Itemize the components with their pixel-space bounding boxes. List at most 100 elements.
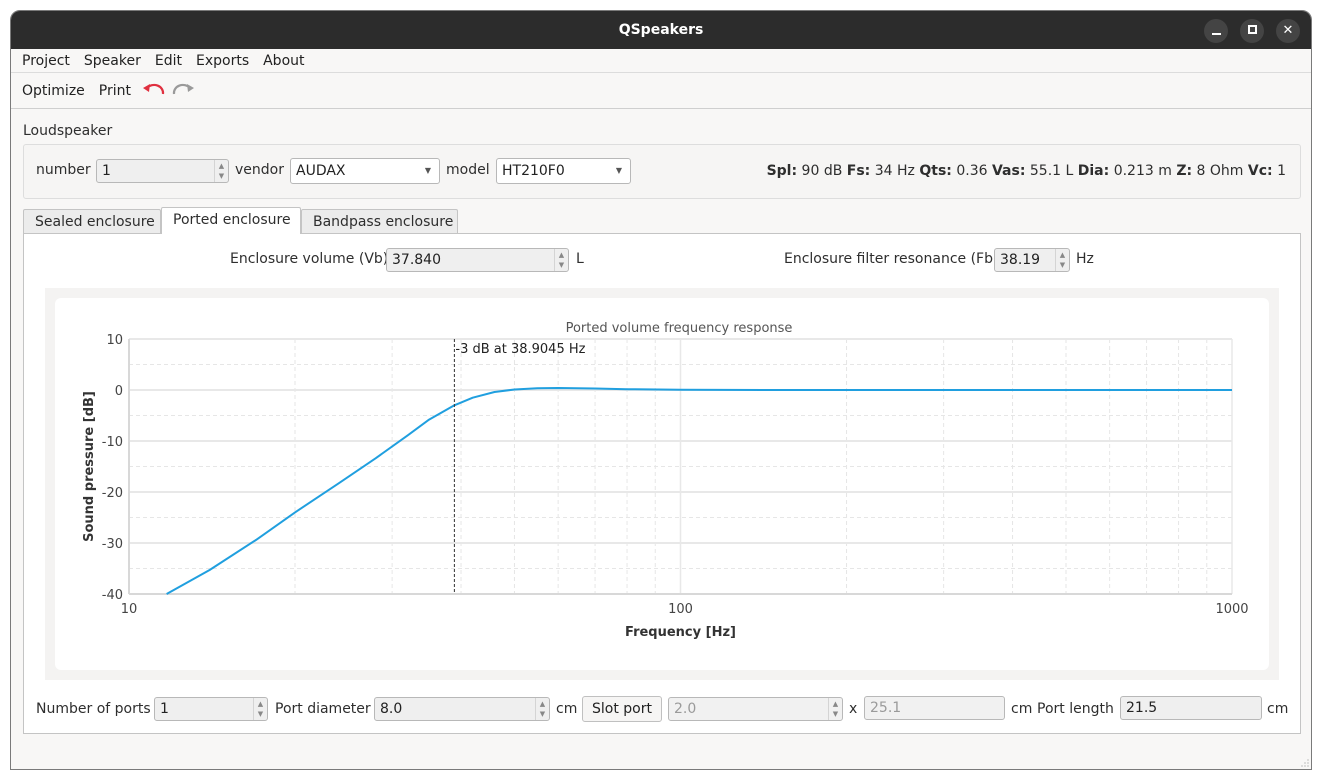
x-tick-label: 10 [121, 602, 138, 617]
model-value: HT210F0 [502, 163, 565, 179]
title-bar[interactable]: QSpeakers ✕ [11, 11, 1311, 49]
param-key: Z: [1176, 163, 1193, 179]
ports-spinbox[interactable]: 1 ▲ ▼ [154, 697, 268, 721]
menu-about[interactable]: About [256, 53, 311, 69]
param-key: Spl: [766, 163, 798, 179]
vb-label: Enclosure volume (Vb) [230, 251, 389, 267]
tab-ported-enclosure[interactable]: Ported enclosure [161, 207, 301, 234]
spin-arrows-icon[interactable]: ▲ ▼ [253, 698, 267, 720]
menu-project[interactable]: Project [15, 53, 77, 69]
number-label: number [36, 162, 91, 178]
param-value: 8 [1196, 163, 1206, 179]
y-tick-label: 10 [106, 333, 123, 348]
fb-value: 38.19 [1000, 252, 1041, 268]
loudspeaker-group: number 1 ▲ ▼ vendor AUDAX ▼ model HT210F0… [23, 144, 1301, 199]
param-value: 0.36 [956, 163, 988, 179]
param-unit: L [1065, 163, 1074, 179]
diameter-spinbox[interactable]: 8.0 ▲ ▼ [374, 697, 550, 721]
slot-height-value: 25.1 [870, 700, 902, 716]
chart-area: Ported volume frequency response 10 0 -10 -… [55, 298, 1269, 670]
y-tick-label: -20 [102, 486, 123, 501]
ports-value: 1 [160, 701, 169, 717]
chevron-down-icon: ▼ [615, 166, 622, 175]
length-label: Port length [1037, 701, 1114, 717]
app-window: QSpeakers ✕ Project Speaker Edit Exports… [10, 10, 1312, 770]
x-tick-label: 1000 [1215, 602, 1248, 617]
menu-speaker[interactable]: Speaker [77, 53, 148, 69]
vendor-value: AUDAX [296, 163, 346, 179]
y-tick-label: -40 [102, 588, 123, 603]
port-length-field[interactable]: 21.5 [1120, 696, 1262, 720]
diameter-label: Port diameter [275, 701, 371, 717]
chart-ticks: 100-10-20-30-4010 100 1000 [102, 333, 1249, 617]
minimize-button[interactable] [1204, 19, 1228, 43]
diameter-unit: cm [556, 701, 578, 717]
y-tick-label: -30 [102, 537, 123, 552]
spin-arrows-icon[interactable]: ▲ ▼ [214, 160, 228, 182]
fb-spinbox[interactable]: 38.19 ▲ ▼ [994, 248, 1070, 272]
spin-arrows-icon[interactable]: ▲ ▼ [535, 698, 549, 720]
redo-button[interactable] [167, 80, 198, 102]
maximize-icon [1247, 24, 1257, 34]
fb-unit: Hz [1076, 251, 1094, 267]
vb-spinbox[interactable]: 37.840 ▲ ▼ [386, 248, 569, 272]
maximize-button[interactable] [1240, 19, 1264, 43]
y-axis-label: Sound pressure [dB] [82, 391, 97, 542]
undo-icon [143, 83, 165, 94]
resize-grip-icon[interactable] [1299, 757, 1309, 767]
diameter-value: 8.0 [380, 701, 403, 717]
param-key: Fs: [846, 163, 871, 179]
slot-width-spinbox[interactable]: 2.0 ▲ ▼ [668, 697, 843, 721]
close-button[interactable]: ✕ [1276, 19, 1300, 43]
slot-width-value: 2.0 [674, 701, 697, 717]
param-value: 0.213 [1113, 163, 1154, 179]
chevron-down-icon: ▼ [424, 166, 431, 175]
param-key: Vas: [991, 163, 1026, 179]
tab-sealed-enclosure[interactable]: Sealed enclosure [23, 209, 161, 234]
redo-icon [172, 83, 194, 94]
number-spinbox[interactable]: 1 ▲ ▼ [96, 159, 229, 183]
slot-port-button[interactable]: Slot port [582, 696, 662, 722]
menu-exports[interactable]: Exports [189, 53, 256, 69]
model-label: model [446, 162, 490, 178]
slot-height-field[interactable]: 25.1 [864, 696, 1005, 720]
slot-times-label: x [849, 701, 858, 717]
chart-container: Ported volume frequency response 10 0 -10 -… [45, 288, 1279, 680]
loudspeaker-group-title: Loudspeaker [23, 123, 113, 139]
print-button[interactable]: Print [92, 83, 138, 99]
param-value: 55.1 [1029, 163, 1062, 179]
number-value: 1 [102, 163, 111, 179]
minus3db-annotation: -3 dB at 38.9045 Hz [455, 342, 585, 357]
param-unit: Hz [897, 163, 915, 179]
vendor-combobox[interactable]: AUDAX ▼ [290, 158, 440, 184]
param-key: Vc: [1247, 163, 1273, 179]
spin-arrows-icon[interactable]: ▲ ▼ [554, 249, 568, 271]
x-axis-label: Frequency [Hz] [625, 625, 736, 640]
slot-unit: cm [1011, 701, 1033, 717]
model-combobox[interactable]: HT210F0 ▼ [496, 158, 631, 184]
length-unit: cm [1267, 701, 1289, 717]
menu-bar: Project Speaker Edit Exports About [11, 49, 1311, 73]
vendor-label: vendor [235, 162, 284, 178]
undo-button[interactable] [138, 80, 167, 102]
optimize-button[interactable]: Optimize [15, 83, 92, 99]
chart-grid [128, 338, 1233, 595]
menu-edit[interactable]: Edit [148, 53, 189, 69]
y-tick-label: -10 [102, 435, 123, 450]
port-length-value: 21.5 [1126, 700, 1158, 716]
param-value: 34 [874, 163, 893, 179]
param-unit: dB [823, 163, 843, 179]
close-icon: ✕ [1282, 23, 1294, 38]
spin-arrows-icon[interactable]: ▲ ▼ [828, 698, 842, 720]
minimize-icon [1211, 32, 1221, 35]
param-key: Qts: [919, 163, 952, 179]
window-title: QSpeakers [618, 22, 704, 38]
ports-label: Number of ports [36, 701, 151, 717]
spin-arrows-icon[interactable]: ▲ ▼ [1055, 249, 1069, 271]
chart-title: Ported volume frequency response [566, 321, 793, 336]
param-value: 90 [801, 163, 820, 179]
tab-bandpass-enclosure[interactable]: Bandpass enclosure [301, 209, 458, 234]
speaker-parameters: Spl: 90 dB Fs: 34 Hz Qts: 0.36 Vas: 55.1… [767, 163, 1286, 179]
x-tick-label: 100 [668, 602, 693, 617]
param-unit: Ohm [1209, 163, 1244, 179]
